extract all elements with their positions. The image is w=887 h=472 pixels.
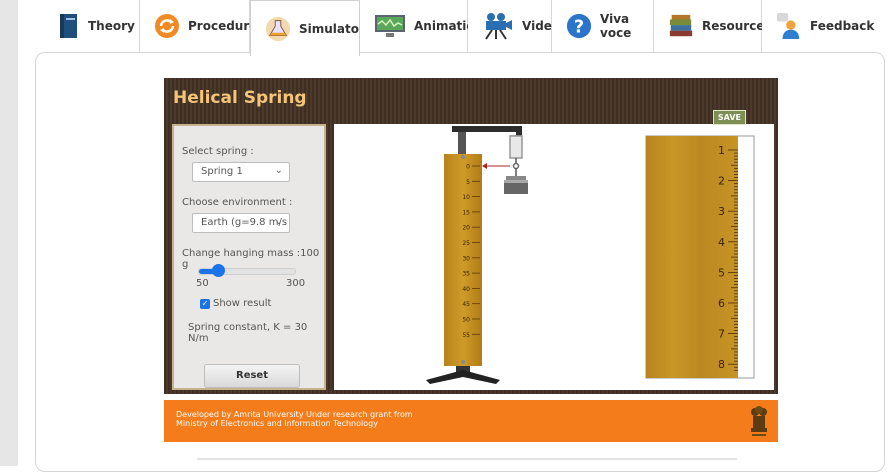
simulation-stage: 0 5 10 15 20 25 30 35 40 45 50 55 12345678	[334, 124, 774, 390]
scale-tick-label: 45	[462, 301, 470, 308]
monitor-icon	[374, 13, 406, 39]
footer-line-1: Developed by Amrita University Under res…	[176, 410, 413, 419]
scale-tick-label: 55	[462, 332, 470, 339]
screw	[461, 360, 465, 364]
tab-bar: Theory Procedure Simulator Animation Vid…	[44, 0, 887, 56]
screw	[461, 155, 465, 159]
ruler-number: 8	[718, 358, 725, 371]
mass-label: Change hanging mass :100 g	[182, 248, 324, 270]
ruler-number: 2	[718, 175, 725, 188]
tab-simulator[interactable]: Simulator	[250, 0, 365, 56]
scale-tick-label: 35	[462, 271, 470, 278]
scale-tick-label: 20	[462, 225, 470, 232]
ruler	[646, 136, 738, 378]
footer: Developed by Amrita University Under res…	[164, 400, 778, 442]
environment-label: Choose environment :	[182, 197, 293, 208]
ruler-number: 6	[718, 297, 725, 310]
show-result-checkbox[interactable]: ✓ Show result	[200, 298, 271, 309]
environment-select[interactable]: Earth (g=9.8 m/s ⌄	[192, 213, 290, 233]
ruler-number: 7	[718, 328, 725, 341]
simulator: Helical Spring Select spring : Spring 1 …	[164, 72, 778, 442]
simulator-header: Helical Spring	[164, 78, 778, 118]
ruler-number: 4	[718, 236, 725, 249]
bottom-bar	[197, 458, 737, 460]
scale-tick-label: 40	[462, 286, 470, 293]
result-text: Spring constant, K = 30 N/m	[188, 322, 308, 344]
select-spring-label: Select spring :	[182, 146, 254, 157]
stage-drawing: 0510152025303540455055 12345678	[426, 126, 755, 384]
mass-slider[interactable]	[198, 264, 296, 277]
scale-tick-label: 30	[462, 255, 470, 262]
ruler-number: 5	[718, 266, 725, 279]
books-icon	[668, 13, 694, 39]
control-panel: Select spring : Spring 1 ⌄ Choose enviro…	[172, 124, 326, 390]
spring-select-value: Spring 1	[201, 166, 243, 177]
cycle-arrows-icon	[154, 13, 180, 39]
pointer-arrow	[482, 163, 510, 169]
reset-button[interactable]: Reset	[204, 364, 300, 388]
slider-min-label: 50	[196, 278, 209, 289]
national-emblem-icon	[751, 406, 767, 436]
scale-tick-label: 5	[466, 179, 470, 186]
tab-animation[interactable]: Animation	[360, 0, 483, 52]
tab-viva-voce[interactable]: ? Viva voce	[552, 0, 654, 52]
tab-label: Simulator	[299, 21, 365, 36]
video-camera-icon	[482, 13, 514, 40]
stand-base	[426, 366, 500, 384]
svg-text:?: ?	[574, 18, 584, 38]
checkmark-icon: ✓	[200, 298, 210, 309]
spring	[509, 135, 523, 170]
scale-tick-label: 50	[462, 317, 470, 324]
chevron-down-icon: ⌄	[274, 216, 283, 227]
scale-tick-label: 0	[466, 164, 470, 171]
footer-line-2: Ministry of Electronics and Information …	[176, 419, 378, 428]
show-result-label: Show result	[213, 298, 272, 309]
scale-tick-label: 10	[462, 194, 470, 201]
tab-video[interactable]: Video	[468, 0, 560, 52]
chevron-down-icon: ⌄	[274, 165, 283, 176]
flask-icon	[265, 16, 291, 42]
tab-label: Theory	[88, 19, 135, 33]
ruler-number: 3	[718, 205, 725, 218]
tab-feedback[interactable]: Feedback	[762, 0, 874, 52]
tab-procedure[interactable]: Procedure	[140, 0, 257, 52]
tab-label: Viva voce	[600, 12, 632, 40]
mass-label-text: Change hanging mass :	[182, 248, 301, 259]
save-button[interactable]: SAVE	[712, 110, 746, 125]
slider-max-label: 300	[286, 278, 306, 289]
left-rail	[0, 0, 18, 466]
tab-label: Procedure	[188, 19, 258, 33]
simulator-title: Helical Spring	[173, 88, 307, 108]
scale-tick-label: 15	[462, 209, 470, 216]
question-icon: ?	[566, 13, 592, 39]
scale-tick-label: 25	[462, 240, 470, 247]
ruler-number: 1	[718, 144, 725, 157]
book-icon	[58, 13, 80, 39]
hanging-mass	[504, 168, 528, 194]
tab-label: Feedback	[810, 19, 875, 33]
tab-theory[interactable]: Theory	[44, 0, 140, 52]
spring-select[interactable]: Spring 1 ⌄	[192, 162, 290, 182]
person-chat-icon	[776, 13, 802, 39]
slider-thumb[interactable]	[212, 264, 226, 277]
tab-resources[interactable]: Resources	[654, 0, 772, 52]
simulator-body: Select spring : Spring 1 ⌄ Choose enviro…	[164, 118, 778, 394]
